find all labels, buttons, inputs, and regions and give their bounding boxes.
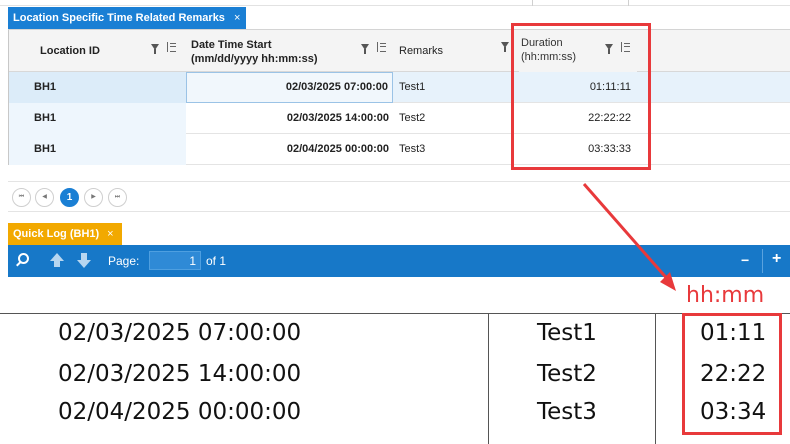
- arrow-line: [582, 183, 672, 283]
- annotation-arrow: [582, 183, 676, 291]
